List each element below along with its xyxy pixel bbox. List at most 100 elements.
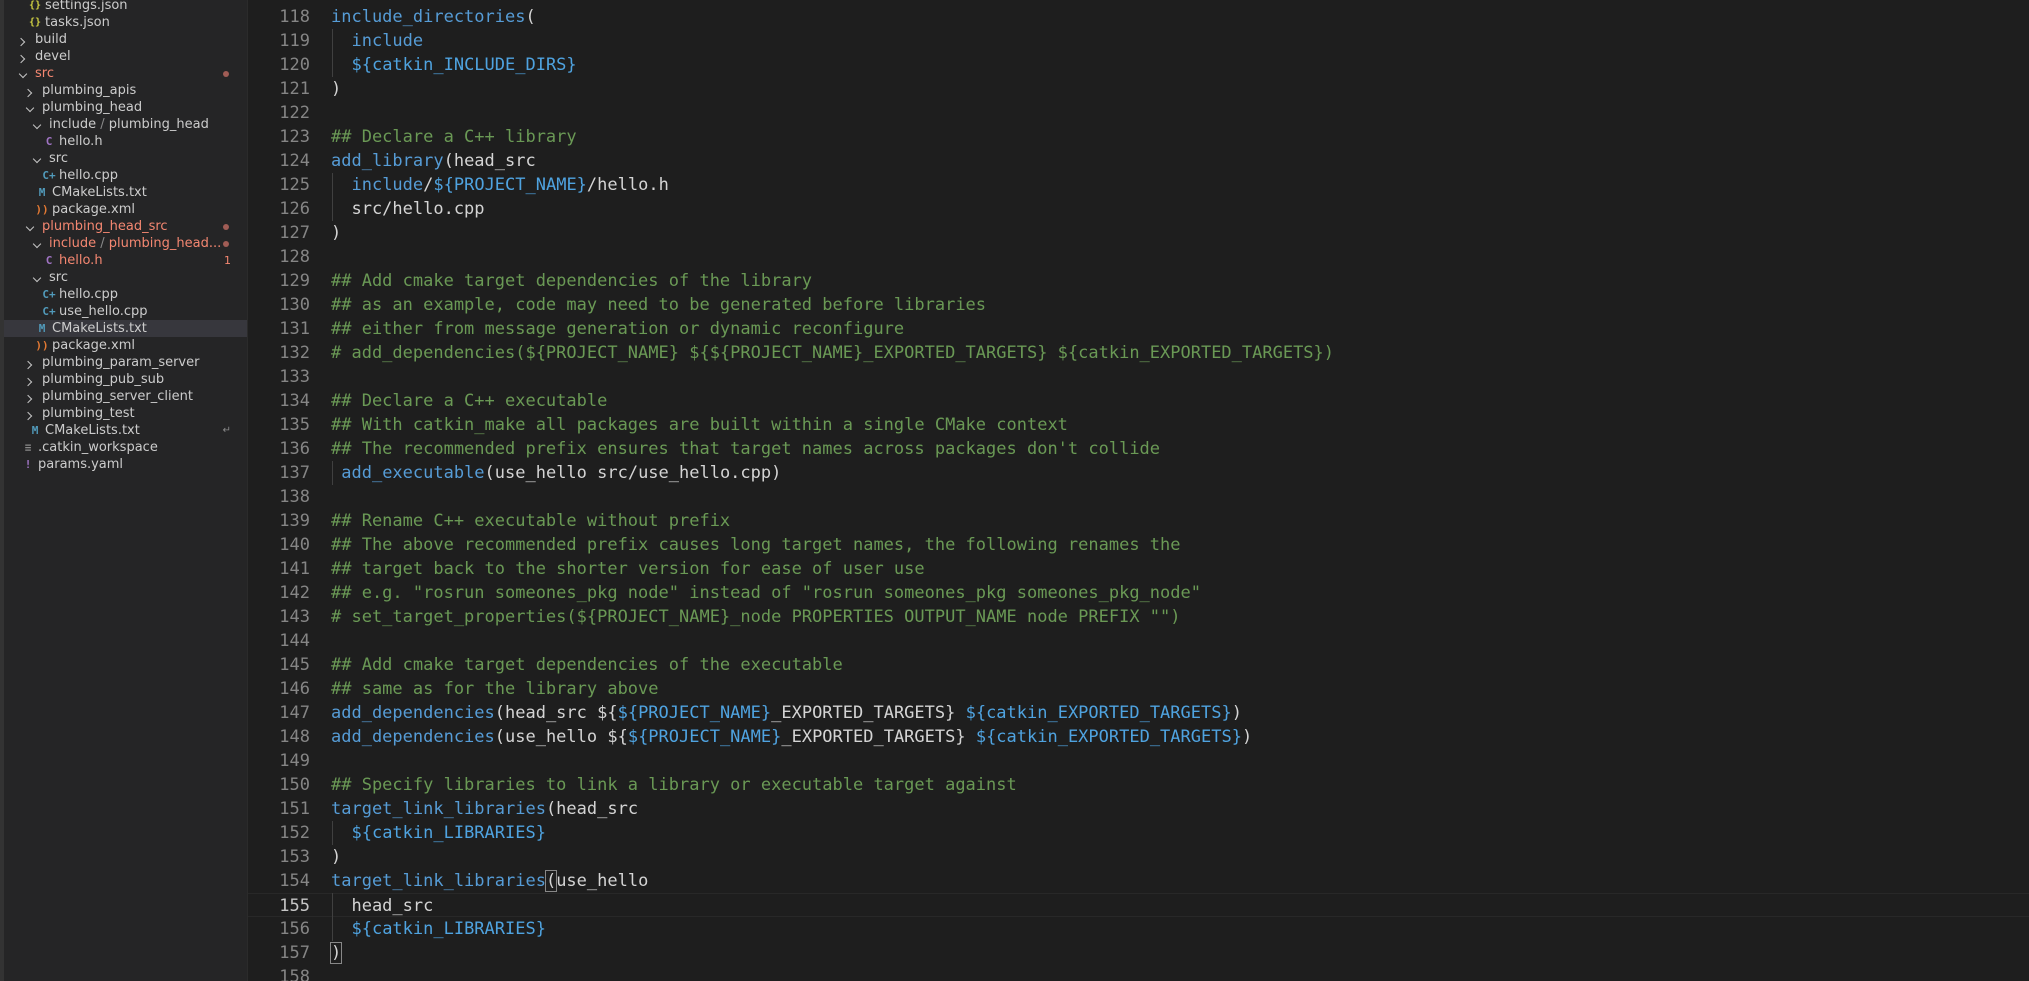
code-line[interactable]: 139 ## Rename C++ executable without pref…	[248, 509, 2029, 533]
explorer-folder-item[interactable]: plumbing_pub_sub	[4, 371, 247, 388]
explorer-folder-item[interactable]: devel	[4, 48, 247, 65]
explorer-folder-item[interactable]: plumbing_head	[4, 99, 247, 116]
explorer-file-item[interactable]: Chello.h	[4, 133, 247, 150]
explorer-item-label: devel	[35, 48, 71, 65]
code-line[interactable]: 156 ${catkin_LIBRARIES}	[248, 917, 2029, 941]
explorer-item-label: hello.cpp	[59, 167, 118, 184]
code-line[interactable]: 125 include/${PROJECT_NAME}/hello.h	[248, 173, 2029, 197]
chevron-down-icon[interactable]	[32, 235, 44, 252]
code-line[interactable]: 157)	[248, 941, 2029, 965]
code-line[interactable]: 151 target_link_libraries(head_src	[248, 797, 2029, 821]
explorer-folder-item[interactable]: src	[4, 150, 247, 167]
explorer-folder-item[interactable]: src	[4, 65, 247, 82]
explorer-item-name: .catkin_workspace	[38, 440, 158, 455]
code-line[interactable]: 122	[248, 101, 2029, 125]
explorer-file-item[interactable]: {} settings.json	[4, 0, 247, 14]
line-number: 131	[279, 319, 310, 339]
code-token: _EXPORTED_TARGETS}	[771, 703, 966, 723]
code-line[interactable]: 155 head_src	[248, 893, 2029, 917]
chevron-right-icon[interactable]	[25, 354, 37, 371]
code-line[interactable]: 146 ## same as for the library above	[248, 677, 2029, 701]
explorer-file-item[interactable]: C+ use_hello.cpp	[4, 303, 247, 320]
code-line[interactable]: 154 target_link_libraries(use_hello	[248, 869, 2029, 893]
line-number: 121	[279, 79, 310, 99]
chevron-down-icon[interactable]	[18, 65, 30, 82]
chevron-down-icon[interactable]	[32, 116, 44, 133]
code-line[interactable]: 134 ## Declare a C++ executable	[248, 389, 2029, 413]
chevron-down-icon[interactable]	[32, 269, 44, 286]
code-line[interactable]: 152 ${catkin_LIBRARIES}	[248, 821, 2029, 845]
code-line[interactable]: 124 add_library(head_src	[248, 149, 2029, 173]
code-line[interactable]: 127)	[248, 221, 2029, 245]
chevron-right-icon[interactable]	[18, 31, 30, 48]
chevron-down-icon[interactable]	[32, 150, 44, 167]
chevron-down-icon[interactable]	[25, 218, 37, 235]
code-line[interactable]: 136 ## The recommended prefix ensures tha…	[248, 437, 2029, 461]
explorer-folder-item[interactable]: include / plumbing_head...	[4, 235, 247, 252]
code-token: ## same as for the library above	[331, 679, 659, 699]
code-text: ## either from message generation or dyn…	[331, 317, 904, 341]
chevron-right-icon[interactable]	[18, 48, 30, 65]
explorer-folder-item[interactable]: plumbing_param_server	[4, 354, 247, 371]
code-line[interactable]: 138	[248, 485, 2029, 509]
explorer-folder-item[interactable]: plumbing_test	[4, 405, 247, 422]
explorer-file-item[interactable]: ! params.yaml	[4, 456, 247, 473]
explorer-file-item[interactable]: C+ hello.cpp	[4, 286, 247, 303]
explorer-file-item[interactable]: )) package.xml	[4, 201, 247, 218]
code-line[interactable]: 120 ${catkin_INCLUDE_DIRS}	[248, 53, 2029, 77]
code-line[interactable]: 128	[248, 245, 2029, 269]
explorer-file-item[interactable]: C+ hello.cpp	[4, 167, 247, 184]
code-line[interactable]: 121)	[248, 77, 2029, 101]
explorer-folder-item[interactable]: plumbing_head_src	[4, 218, 247, 235]
code-line[interactable]: 144	[248, 629, 2029, 653]
chevron-right-icon[interactable]	[25, 405, 37, 422]
chevron-down-icon[interactable]	[25, 99, 37, 116]
code-line[interactable]: 150 ## Specify libraries to link a librar…	[248, 773, 2029, 797]
explorer-file-item[interactable]: ≡ .catkin_workspace	[4, 439, 247, 456]
chevron-right-icon[interactable]	[25, 388, 37, 405]
code-line[interactable]: 131 ## either from message generation or …	[248, 317, 2029, 341]
code-line[interactable]: 132 # add_dependencies(${PROJECT_NAME} ${…	[248, 341, 2029, 365]
explorer-item-subpath: plumbing_head...	[108, 236, 222, 251]
code-line[interactable]: 130 ## as an example, code may need to be…	[248, 293, 2029, 317]
code-line[interactable]: 149	[248, 749, 2029, 773]
explorer-file-item[interactable]: M CMakeLists.txt ↵	[4, 422, 247, 439]
explorer-folder-item[interactable]: include / plumbing_head	[4, 116, 247, 133]
code-line[interactable]: 118 include_directories(	[248, 5, 2029, 29]
explorer-file-item[interactable]: )) package.xml	[4, 337, 247, 354]
explorer-item-name: src	[35, 66, 54, 81]
explorer-folder-item[interactable]: src	[4, 269, 247, 286]
code-text: include_directories(	[331, 5, 536, 29]
explorer-file-item[interactable]: Chello.h 1	[4, 252, 247, 269]
code-line[interactable]: 153)	[248, 845, 2029, 869]
code-line[interactable]: 140 ## The above recommended prefix cause…	[248, 533, 2029, 557]
code-line[interactable]: 126 src/hello.cpp	[248, 197, 2029, 221]
code-line[interactable]: 119 include	[248, 29, 2029, 53]
explorer-item-name: CMakeLists.txt	[52, 185, 147, 200]
explorer-file-item[interactable]: M CMakeLists.txt	[4, 184, 247, 201]
code-line[interactable]: 143 # set_target_properties(${PROJECT_NAM…	[248, 605, 2029, 629]
code-line[interactable]: 148 add_dependencies(use_hello ${${PROJEC…	[248, 725, 2029, 749]
code-line[interactable]: 133	[248, 365, 2029, 389]
code-line[interactable]: 137 add_executable(use_hello src/use_hel…	[248, 461, 2029, 485]
code-line[interactable]: 123 ## Declare a C++ library	[248, 125, 2029, 149]
explorer-item-label: build	[35, 31, 67, 48]
code-line[interactable]: 129 ## Add cmake target dependencies of t…	[248, 269, 2029, 293]
explorer-file-item[interactable]: {} tasks.json	[4, 14, 247, 31]
chevron-right-icon[interactable]	[25, 82, 37, 99]
explorer-folder-item[interactable]: plumbing_apis	[4, 82, 247, 99]
code-token: ## target back to the shorter version fo…	[331, 559, 925, 579]
code-line[interactable]: 141 ## target back to the shorter version…	[248, 557, 2029, 581]
explorer-item-name: plumbing_server_client	[42, 389, 193, 404]
problem-dot-icon	[223, 223, 229, 230]
code-line[interactable]: 142 ## e.g. "rosrun someones_pkg node" in…	[248, 581, 2029, 605]
explorer-file-item[interactable]: M CMakeLists.txt	[4, 320, 247, 337]
code-line[interactable]: 147 add_dependencies(head_src ${${PROJECT…	[248, 701, 2029, 725]
explorer-folder-item[interactable]: build	[4, 31, 247, 48]
code-editor[interactable]: 118 include_directories(119 include 120 ${…	[248, 0, 2029, 981]
chevron-right-icon[interactable]	[25, 371, 37, 388]
explorer-folder-item[interactable]: plumbing_server_client	[4, 388, 247, 405]
code-line[interactable]: 135 ## With catkin_make all packages are …	[248, 413, 2029, 437]
code-line[interactable]: 145 ## Add cmake target dependencies of t…	[248, 653, 2029, 677]
code-line[interactable]: 158	[248, 965, 2029, 981]
